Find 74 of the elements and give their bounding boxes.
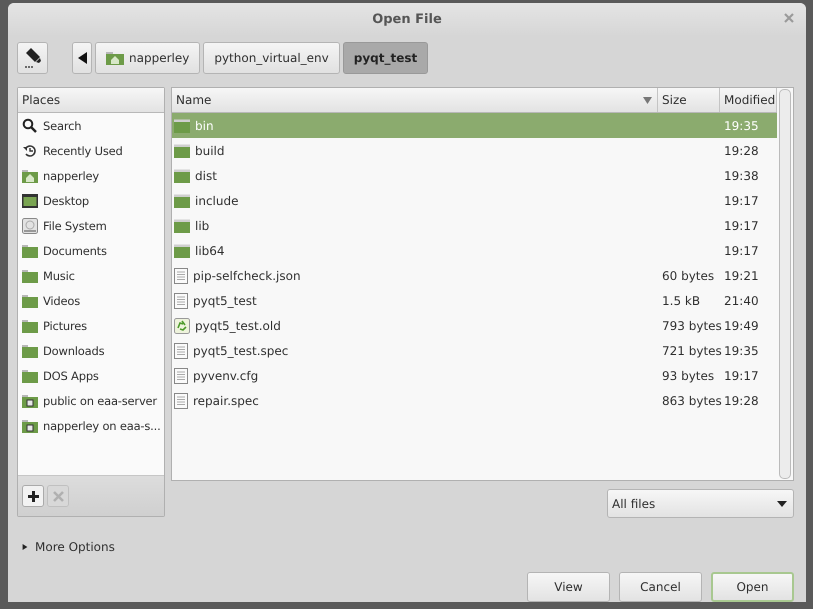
- dialog-button[interactable]: View: [527, 572, 610, 602]
- sidebar-item[interactable]: Videos: [18, 288, 164, 313]
- sidebar-item[interactable]: Downloads: [18, 338, 164, 363]
- folder-icon: [174, 244, 190, 258]
- location-toggle-button[interactable]: [17, 42, 48, 74]
- sidebar-item[interactable]: napperley: [18, 163, 164, 188]
- path-button[interactable]: python_virtual_env: [203, 42, 340, 74]
- folder-icon: [174, 168, 190, 182]
- folder-icon: [22, 318, 38, 332]
- text-file-icon: [174, 292, 188, 308]
- sidebar-item[interactable]: napperley on eaa-s...: [18, 413, 164, 438]
- sidebar-item[interactable]: File System: [18, 213, 164, 238]
- plus-icon: [28, 490, 38, 502]
- folder-icon: [22, 268, 38, 282]
- folder-icon: [22, 294, 38, 308]
- text-file-icon: [174, 392, 188, 408]
- desktop-icon: [22, 194, 38, 208]
- column-header[interactable]: Name: [172, 88, 658, 112]
- folder-icon: [22, 244, 38, 258]
- column-header[interactable]: Modified: [720, 88, 777, 112]
- search-icon: [22, 118, 38, 134]
- network-folder-icon: [22, 394, 38, 408]
- path-button[interactable]: napperley: [95, 42, 200, 74]
- file-row[interactable]: pyvenv.cfg 93 bytes 19:17: [172, 363, 777, 388]
- file-row[interactable]: lib64 19:17: [172, 238, 777, 263]
- left-arrow-icon: [78, 52, 88, 64]
- folder-icon: [22, 368, 38, 382]
- text-file-icon: [174, 268, 188, 284]
- text-file-icon: [174, 342, 188, 358]
- pencil-icon: [23, 47, 43, 69]
- path-button[interactable]: pyqt_test: [342, 42, 428, 74]
- scrollbar[interactable]: [779, 89, 791, 479]
- dropdown-arrow-icon: [777, 500, 787, 506]
- folder-icon: [22, 344, 38, 358]
- file-row[interactable]: pyqt5_test.spec 721 bytes 19:35: [172, 338, 777, 363]
- file-row[interactable]: pip-selfcheck.json 60 bytes 19:21: [172, 263, 777, 288]
- dialog-button[interactable]: Cancel: [619, 572, 702, 602]
- file-row[interactable]: pyqt5_test 1.5 kB 21:40: [172, 288, 777, 313]
- folder-icon: [174, 194, 190, 208]
- close-icon: [52, 490, 64, 502]
- sidebar-item[interactable]: Desktop: [18, 188, 164, 213]
- window-title: Open File: [372, 12, 442, 26]
- hard-drive-icon: [22, 218, 38, 234]
- sidebar-item[interactable]: DOS Apps: [18, 363, 164, 388]
- expander-arrow-icon: [22, 542, 28, 552]
- home-folder-icon: [106, 51, 124, 65]
- dialog-button[interactable]: Open: [711, 572, 794, 602]
- sidebar-item[interactable]: Pictures: [18, 313, 164, 338]
- file-row[interactable]: include 19:17: [172, 188, 777, 213]
- home-folder-icon: [22, 168, 38, 182]
- more-options-expander[interactable]: More Options: [8, 518, 806, 556]
- file-row[interactable]: pyqt5_test.old 793 bytes 19:49: [172, 313, 777, 338]
- history-icon: [22, 142, 38, 158]
- network-folder-icon: [22, 418, 38, 432]
- file-row[interactable]: repair.spec 863 bytes 19:28: [172, 388, 777, 413]
- file-type-dropdown[interactable]: All files: [607, 489, 794, 518]
- sidebar-item[interactable]: Search: [18, 113, 164, 138]
- file-row[interactable]: dist 19:38: [172, 163, 777, 188]
- back-button[interactable]: [72, 42, 92, 74]
- sidebar-item[interactable]: Music: [18, 263, 164, 288]
- folder-icon: [174, 118, 190, 132]
- column-header[interactable]: Size: [658, 88, 720, 112]
- sidebar-item[interactable]: Documents: [18, 238, 164, 263]
- column-header: Places: [18, 88, 164, 113]
- folder-icon: [174, 218, 190, 232]
- file-row[interactable]: lib 19:17: [172, 213, 777, 238]
- sidebar-item[interactable]: Recently Used: [18, 138, 164, 163]
- add-bookmark-button[interactable]: [22, 485, 44, 507]
- sort-arrow-icon: [643, 96, 652, 104]
- text-file-icon: [174, 368, 188, 384]
- folder-icon: [174, 144, 190, 158]
- recycle-icon: [174, 318, 190, 334]
- file-row[interactable]: build 19:28: [172, 138, 777, 163]
- sidebar-item[interactable]: public on eaa-server: [18, 388, 164, 413]
